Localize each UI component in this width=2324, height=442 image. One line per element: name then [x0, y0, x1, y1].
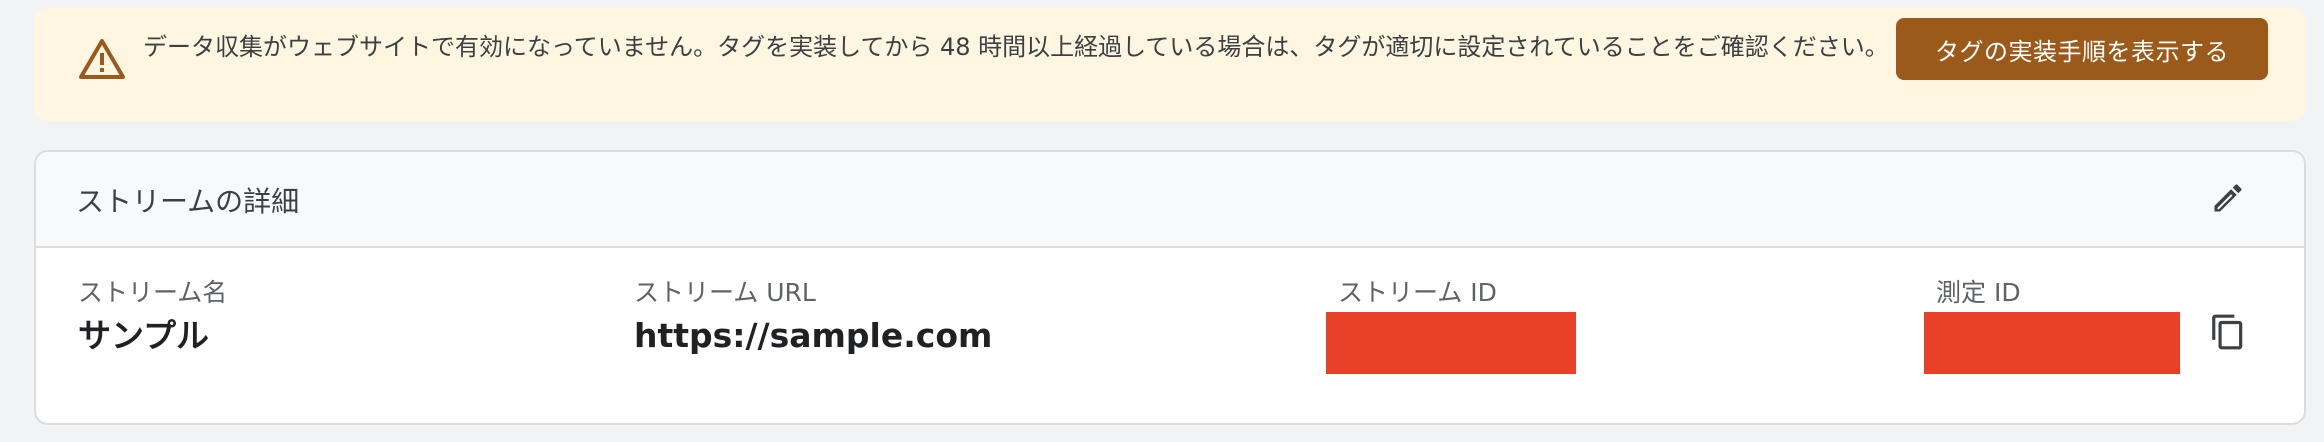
stream-name-value: サンプル — [78, 316, 210, 355]
warning-icon — [77, 37, 127, 81]
measurement-id-label: 測定 ID — [1936, 278, 2021, 307]
stream-id-redaction — [1326, 312, 1576, 374]
copy-icon — [2209, 313, 2247, 355]
stream-details-title: ストリームの詳細 — [76, 185, 300, 218]
stream-name-label: ストリーム名 — [78, 278, 228, 307]
field-measurement-id: 測定 ID — [1936, 278, 2021, 316]
stream-url-value[interactable]: https://sample.com — [634, 316, 992, 356]
warning-message: データ収集がウェブサイトで有効になっていません。タグを実装してから 48 時間以… — [143, 33, 1889, 61]
field-stream-id: ストリーム ID — [1338, 278, 1497, 316]
pencil-icon — [2210, 180, 2246, 220]
copy-measurement-id-button[interactable] — [2206, 312, 2250, 356]
stream-id-label: ストリーム ID — [1338, 278, 1497, 307]
data-collection-warning-banner: データ収集がウェブサイトで有効になっていません。タグを実装してから 48 時間以… — [34, 8, 2306, 121]
field-stream-url: ストリーム URL https://sample.com — [634, 278, 992, 356]
show-tag-instructions-button[interactable]: タグの実装手順を表示する — [1896, 18, 2268, 80]
stream-details-card: ストリームの詳細 ストリーム名 サンプル ストリーム URL https://s… — [34, 150, 2306, 425]
stream-url-label: ストリーム URL — [634, 278, 816, 307]
edit-button[interactable] — [2206, 178, 2250, 222]
measurement-id-redaction — [1924, 312, 2180, 374]
field-stream-name: ストリーム名 サンプル — [78, 278, 227, 356]
stream-details-header: ストリームの詳細 — [36, 152, 2304, 248]
